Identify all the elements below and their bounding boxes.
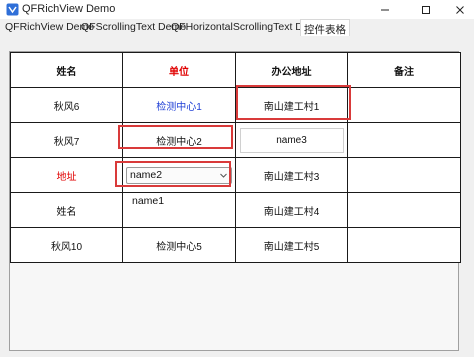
title-bar: QFRichView Demo xyxy=(0,0,474,19)
maximize-icon xyxy=(422,5,430,14)
cell-address[interactable]: 南山建工村1 xyxy=(235,87,348,123)
cell-address: name3 xyxy=(235,122,348,158)
cell-address[interactable]: 南山建工村3 xyxy=(235,157,348,193)
tab-control-table[interactable]: 控件表格 xyxy=(300,19,350,36)
header-note[interactable]: 备注 xyxy=(347,52,461,88)
cell-name[interactable]: 秋风10 xyxy=(10,227,123,263)
minimize-icon xyxy=(381,9,389,10)
name2-combobox[interactable]: name2 xyxy=(126,166,232,184)
tab-bar: QFRichView Demo QFScrollingText Demo QFH… xyxy=(0,19,474,36)
cell-address[interactable]: 南山建工村5 xyxy=(235,227,348,263)
close-icon xyxy=(456,5,464,14)
app-icon xyxy=(6,3,19,16)
cell-note[interactable] xyxy=(347,87,461,123)
header-unit[interactable]: 单位 xyxy=(122,52,236,88)
tab-content: 姓名 单位 办公地址 备注 秋风6 检测中心1 南山建工村1 秋风7 检测中心2… xyxy=(0,36,474,357)
table-row: 姓名 南山建工村4 xyxy=(10,192,461,228)
window-title: QFRichView Demo xyxy=(22,3,116,15)
table-row: 秋风6 检测中心1 南山建工村1 xyxy=(10,87,461,123)
cell-name[interactable]: 姓名 xyxy=(10,192,123,228)
name3-line-edit[interactable]: name3 xyxy=(239,127,344,153)
table-row: 地址 name2 南山建工村3 xyxy=(10,157,461,193)
header-address[interactable]: 办公地址 xyxy=(235,52,348,88)
cell-name[interactable]: 秋风7 xyxy=(10,122,123,158)
table-row: 秋风7 检测中心2 name3 xyxy=(10,122,461,158)
minimize-button[interactable] xyxy=(368,0,402,19)
close-button[interactable] xyxy=(443,0,474,19)
cell-note[interactable] xyxy=(347,192,461,228)
header-name[interactable]: 姓名 xyxy=(10,52,123,88)
cell-address[interactable]: 南山建工村4 xyxy=(235,192,348,228)
table-widget[interactable]: 姓名 单位 办公地址 备注 秋风6 检测中心1 南山建工村1 秋风7 检测中心2… xyxy=(9,51,461,351)
cell-unit[interactable]: 检测中心1 xyxy=(122,87,236,123)
cell-unit: name2 xyxy=(122,157,236,193)
combobox-value: name2 xyxy=(130,168,163,181)
cell-unit[interactable]: 检测中心5 xyxy=(122,227,236,263)
table-header-row: 姓名 单位 办公地址 备注 xyxy=(10,52,461,88)
cell-note[interactable] xyxy=(347,227,461,263)
name1-line-edit[interactable]: name1 xyxy=(132,195,164,207)
chevron-down-icon xyxy=(220,173,227,178)
cell-note[interactable] xyxy=(347,122,461,158)
cell-note[interactable] xyxy=(347,157,461,193)
control-table: 姓名 单位 办公地址 备注 秋风6 检测中心1 南山建工村1 秋风7 检测中心2… xyxy=(10,52,461,263)
cell-unit[interactable]: 检测中心2 xyxy=(122,122,236,158)
maximize-button[interactable] xyxy=(409,0,443,19)
cell-name[interactable]: 地址 xyxy=(10,157,123,193)
table-row: 秋风10 检测中心5 南山建工村5 xyxy=(10,227,461,263)
cell-name[interactable]: 秋风6 xyxy=(10,87,123,123)
